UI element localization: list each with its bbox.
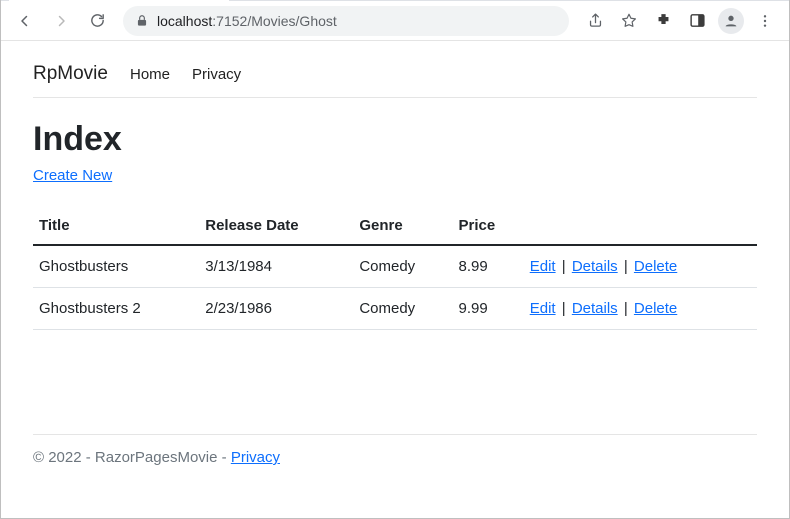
col-genre: Genre xyxy=(353,207,452,245)
profile-avatar[interactable] xyxy=(715,5,747,37)
back-button[interactable] xyxy=(9,5,41,37)
url-host: localhost xyxy=(157,13,212,29)
table-row: Ghostbusters3/13/1984Comedy8.99Edit | De… xyxy=(33,245,757,288)
edit-link[interactable]: Edit xyxy=(530,300,556,317)
cell-actions: Edit | Details | Delete xyxy=(524,288,757,330)
kebab-menu-icon[interactable] xyxy=(749,5,781,37)
col-actions xyxy=(524,207,757,245)
forward-button[interactable] xyxy=(45,5,77,37)
url-port: :7152 xyxy=(212,13,247,29)
side-panel-icon[interactable] xyxy=(681,5,713,37)
cell-price: 9.99 xyxy=(453,288,524,330)
create-new-link[interactable]: Create New xyxy=(33,167,112,184)
table-header-row: Title Release Date Genre Price xyxy=(33,207,757,245)
table-row: Ghostbusters 22/23/1986Comedy9.99Edit | … xyxy=(33,288,757,330)
footer-text: © 2022 - RazorPagesMovie - xyxy=(33,449,231,466)
edit-link[interactable]: Edit xyxy=(530,258,556,275)
url-text: localhost:7152/Movies/Ghost xyxy=(157,13,557,29)
cell-genre: Comedy xyxy=(353,288,452,330)
share-icon[interactable] xyxy=(579,5,611,37)
cell-release: 2/23/1986 xyxy=(199,288,353,330)
browser-tabstrip: Index - Movie xyxy=(1,0,789,1)
url-path: /Movies/Ghost xyxy=(247,13,336,29)
cell-actions: Edit | Details | Delete xyxy=(524,245,757,288)
cell-price: 8.99 xyxy=(453,245,524,288)
details-link[interactable]: Details xyxy=(572,300,618,317)
page-footer: © 2022 - RazorPagesMovie - Privacy xyxy=(33,434,757,480)
cell-release: 3/13/1984 xyxy=(199,245,353,288)
browser-toolbar: localhost:7152/Movies/Ghost xyxy=(1,1,789,41)
cell-title: Ghostbusters 2 xyxy=(33,288,199,330)
cell-title: Ghostbusters xyxy=(33,245,199,288)
page-title: Index xyxy=(33,120,757,159)
delete-link[interactable]: Delete xyxy=(634,258,677,275)
col-title: Title xyxy=(33,207,199,245)
cell-genre: Comedy xyxy=(353,245,452,288)
nav-home[interactable]: Home xyxy=(130,66,170,83)
page-body: RpMovie Home Privacy Index Create New Ti… xyxy=(1,41,789,480)
delete-link[interactable]: Delete xyxy=(634,300,677,317)
movies-table: Title Release Date Genre Price Ghostbust… xyxy=(33,207,757,330)
col-price: Price xyxy=(453,207,524,245)
details-link[interactable]: Details xyxy=(572,258,618,275)
nav-privacy[interactable]: Privacy xyxy=(192,66,241,83)
footer-privacy-link[interactable]: Privacy xyxy=(231,449,280,466)
reload-button[interactable] xyxy=(81,5,113,37)
window-controls xyxy=(607,0,789,1)
site-navbar: RpMovie Home Privacy xyxy=(33,55,757,98)
col-release: Release Date xyxy=(199,207,353,245)
main-content: Index Create New Title Release Date Genr… xyxy=(33,98,757,434)
lock-icon xyxy=(135,14,149,28)
brand-link[interactable]: RpMovie xyxy=(33,63,108,85)
address-bar[interactable]: localhost:7152/Movies/Ghost xyxy=(123,6,569,36)
extensions-icon[interactable] xyxy=(647,5,679,37)
browser-tab[interactable]: Index - Movie xyxy=(9,0,229,1)
bookmark-star-icon[interactable] xyxy=(613,5,645,37)
